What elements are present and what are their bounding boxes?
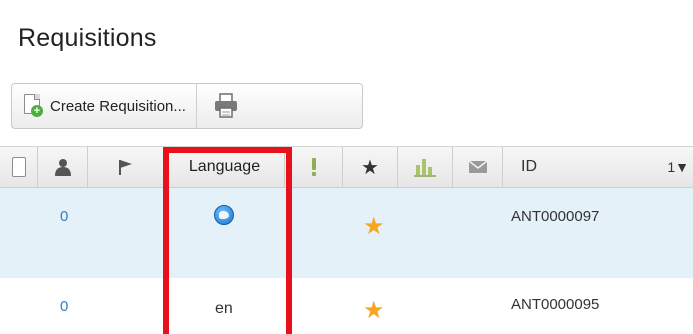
- person-icon: [54, 159, 71, 176]
- id-column-header[interactable]: ID 1▼: [503, 147, 693, 187]
- sort-order: 1: [667, 159, 676, 175]
- requisition-id[interactable]: ANT0000097: [511, 208, 599, 225]
- page-title: Requisitions: [18, 24, 157, 52]
- favorite-star-icon[interactable]: ★: [363, 296, 385, 325]
- favorite-column-header[interactable]: ★: [343, 147, 398, 187]
- star-icon: ★: [361, 156, 379, 179]
- language-cell: en: [215, 300, 233, 317]
- grid-header: Language ★ ID 1▼: [0, 146, 693, 188]
- id-column-label: ID: [521, 158, 537, 175]
- create-requisition-button[interactable]: + Create Requisition...: [12, 84, 197, 128]
- favorite-star-icon[interactable]: ★: [363, 212, 385, 241]
- sort-indicator: 1▼: [667, 159, 689, 175]
- stats-column-header[interactable]: [398, 147, 453, 187]
- language-column-header[interactable]: Language: [165, 147, 285, 187]
- select-all-header[interactable]: [0, 147, 38, 187]
- table-row[interactable]: 0 en ★ ANT0000095: [0, 278, 693, 334]
- sort-descending-icon: ▼: [675, 159, 689, 175]
- owner-count-link[interactable]: 0: [60, 298, 68, 315]
- table-row[interactable]: 0 ★ ANT0000097: [0, 188, 693, 278]
- select-all-checkbox[interactable]: [11, 157, 26, 177]
- language-cell: [214, 205, 234, 225]
- owner-count-link[interactable]: 0: [60, 208, 68, 225]
- owner-column-header[interactable]: [38, 147, 88, 187]
- flag-icon: [119, 160, 132, 175]
- exclamation-icon: [311, 158, 316, 176]
- envelope-icon: [468, 160, 487, 173]
- document-add-icon: +: [24, 94, 44, 118]
- create-requisition-label: Create Requisition...: [50, 97, 186, 115]
- toolbar: + Create Requisition...: [11, 83, 363, 129]
- message-column-header[interactable]: [453, 147, 503, 187]
- requisition-id[interactable]: ANT0000095: [511, 296, 599, 313]
- flag-column-header[interactable]: [88, 147, 165, 187]
- globe-icon: [214, 205, 234, 225]
- priority-column-header[interactable]: [285, 147, 343, 187]
- printer-icon: [214, 93, 237, 118]
- print-button[interactable]: [197, 84, 255, 128]
- bar-chart-icon: [414, 159, 436, 177]
